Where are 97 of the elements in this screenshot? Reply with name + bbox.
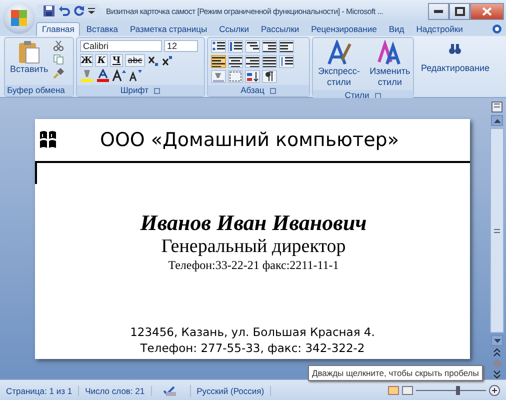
company-name: ООО «Домашний компьютер» <box>98 129 400 151</box>
scissors-icon[interactable] <box>53 40 64 51</box>
address-text: 123456, Казань, ул. Большая Красная 4. <box>130 324 375 340</box>
clipboard-icon <box>18 40 40 64</box>
up-arrow-icon <box>494 118 500 122</box>
minimize-icon <box>434 10 443 12</box>
ribbon-tab[interactable]: Рассылки <box>255 22 306 36</box>
save-icon[interactable] <box>43 5 55 17</box>
align-center-icon <box>229 56 242 67</box>
decrease-indent-button[interactable] <box>262 40 277 53</box>
job-title: Генеральный директор <box>161 236 346 258</box>
line-spacing-button[interactable] <box>279 55 294 68</box>
multilevel-list-button[interactable] <box>245 40 260 53</box>
maximize-icon <box>454 6 464 16</box>
binoculars-icon <box>448 43 462 55</box>
align-right-button[interactable] <box>245 55 260 68</box>
subscript-icon[interactable] <box>147 54 159 66</box>
numbering-button[interactable] <box>228 40 243 53</box>
styles-button[interactable]: Изменить стили <box>364 40 415 88</box>
ribbon-tab[interactable]: Надстройки <box>410 22 469 36</box>
brush-icon[interactable] <box>53 68 64 79</box>
office-logo-icon <box>10 9 28 27</box>
ribbon-tab[interactable]: Вставка <box>80 22 124 36</box>
next-page-icon[interactable] <box>493 370 501 379</box>
change-styles-icon <box>376 40 403 66</box>
office-button[interactable] <box>3 2 35 34</box>
zoom-slider-icon[interactable] <box>416 386 486 395</box>
close-button[interactable] <box>470 2 504 20</box>
undo-icon[interactable] <box>58 5 70 17</box>
align-left-button[interactable] <box>211 55 226 68</box>
line-spacing-icon <box>280 56 293 67</box>
dialog-launcher-icon[interactable] <box>375 92 382 98</box>
font-style-button[interactable]: abc <box>125 54 145 67</box>
shrink-font-icon[interactable] <box>128 69 142 82</box>
redo-icon[interactable] <box>73 5 85 17</box>
scroll-up-button[interactable] <box>491 115 503 126</box>
shading-icon <box>212 71 225 82</box>
borders-button[interactable] <box>228 70 243 83</box>
group-label: Шрифт <box>120 85 148 96</box>
font-style-button[interactable]: Ж <box>80 54 93 67</box>
previous-page-icon[interactable] <box>493 348 501 357</box>
font-size-field[interactable]: 12 <box>164 40 198 52</box>
contacts-text: Телефон: 277-55-33, факс: 342-322-2 <box>140 340 365 356</box>
scroll-down-button[interactable] <box>491 335 503 346</box>
ribbon-tab[interactable]: Ссылки <box>213 22 256 36</box>
sort-button[interactable] <box>245 70 260 83</box>
down-arrow-icon <box>494 338 500 342</box>
group-label: Стили <box>344 90 370 101</box>
font-name-field[interactable]: Calibri <box>80 40 162 52</box>
close-icon <box>482 6 492 16</box>
dialog-launcher-icon[interactable] <box>154 88 160 94</box>
multilevel-list-icon <box>246 41 259 52</box>
font-style-button[interactable]: К <box>95 54 108 67</box>
tooltip: Дважды щелкните, чтобы скрыть пробелы <box>308 365 483 381</box>
ribbon-tab[interactable]: Вид <box>382 22 410 36</box>
bullets-icon <box>212 41 225 52</box>
sort-icon <box>246 71 259 82</box>
person-name: Иванов Иван Иванович <box>140 210 367 236</box>
show-marks-button[interactable] <box>262 70 277 83</box>
quick-styles-icon <box>326 40 352 66</box>
zoom-in-icon[interactable] <box>489 385 500 396</box>
scroll-thumb-grip-icon[interactable] <box>494 228 500 232</box>
dialog-launcher-icon[interactable] <box>270 88 276 94</box>
maximize-button[interactable] <box>449 2 470 20</box>
align-right-icon <box>246 56 259 67</box>
print-layout-icon[interactable] <box>388 386 399 395</box>
minimize-button[interactable] <box>428 2 449 20</box>
page-count[interactable]: Страница: 1 из 1 <box>0 386 80 396</box>
increase-indent-button[interactable] <box>279 40 294 53</box>
word-count[interactable]: Число слов: 21 <box>79 386 152 396</box>
ruler-icon[interactable] <box>491 101 503 113</box>
group-label: Абзац <box>240 85 264 96</box>
superscript-icon[interactable] <box>161 54 173 66</box>
font-style-button[interactable]: Ч <box>110 54 123 67</box>
paste-button[interactable]: Вставить <box>8 40 50 83</box>
grow-font-icon[interactable] <box>112 69 126 82</box>
justify-icon <box>263 56 276 67</box>
ribbon-tab[interactable]: Главная <box>36 22 80 36</box>
decrease-indent-icon <box>263 41 276 52</box>
align-left-icon <box>212 56 225 67</box>
font-color-icon[interactable] <box>96 69 110 82</box>
styles-button[interactable]: Экспресс-стили <box>316 40 362 88</box>
justify-button[interactable] <box>262 55 277 68</box>
language-indicator[interactable]: Русский (Россия) <box>190 386 272 396</box>
group-label: Буфер обмена <box>7 85 65 96</box>
numbering-icon <box>229 41 242 52</box>
increase-indent-icon <box>280 41 293 52</box>
bullets-button[interactable] <box>211 40 226 53</box>
borders-icon <box>229 71 242 82</box>
customize-icon[interactable] <box>88 7 95 15</box>
editing-button[interactable]: Редактирование <box>419 43 492 95</box>
show-marks-icon <box>263 71 276 82</box>
ribbon-tab[interactable]: Рецензирование <box>305 22 383 36</box>
ribbon-tab[interactable]: Разметка страницы <box>124 22 214 36</box>
align-center-button[interactable] <box>228 55 243 68</box>
phone-text: Телефон:33-22-21 факс:2211-11-1 <box>168 258 339 273</box>
reading-layout-icon[interactable] <box>402 386 413 395</box>
